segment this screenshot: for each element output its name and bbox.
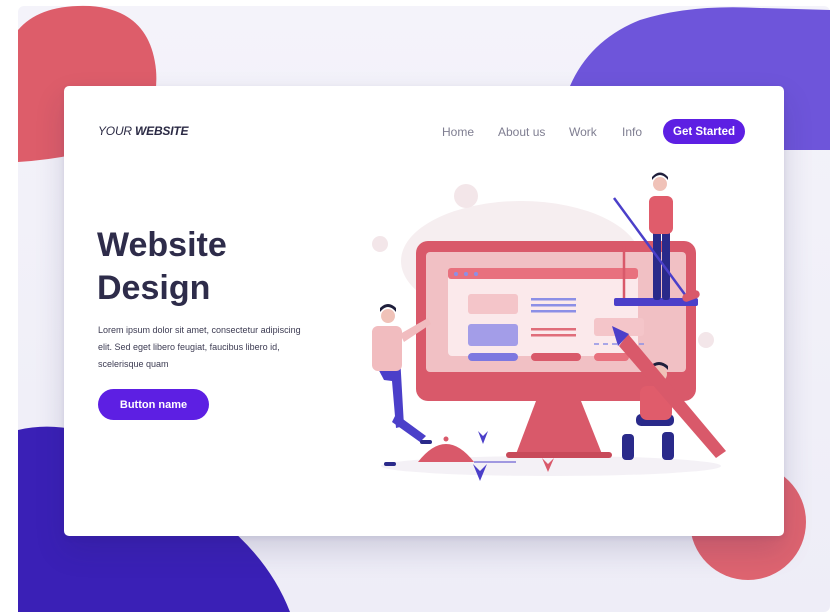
hero-title-line-2: Design (97, 269, 211, 307)
website-design-illustration (372, 172, 726, 481)
dome-object (418, 444, 474, 462)
nav-about-us[interactable]: About us (498, 125, 545, 139)
hero-title-line-1: Website (97, 226, 227, 264)
hero-title: Website Design (97, 224, 337, 310)
get-started-button[interactable]: Get Started (663, 119, 745, 144)
brand-logo[interactable]: YOUR WEBSITE (98, 124, 188, 138)
primary-button[interactable]: Button name (98, 389, 209, 420)
landing-page-mockup: YOUR WEBSITE Home About us Work Info Get… (0, 0, 830, 612)
nav-home[interactable]: Home (442, 125, 474, 139)
hero-description: Lorem ipsum dolor sit amet, consectetur … (98, 325, 301, 369)
landing-card: YOUR WEBSITE Home About us Work Info Get… (64, 86, 784, 536)
nav-info[interactable]: Info (622, 125, 642, 139)
nav-work[interactable]: Work (569, 125, 597, 139)
